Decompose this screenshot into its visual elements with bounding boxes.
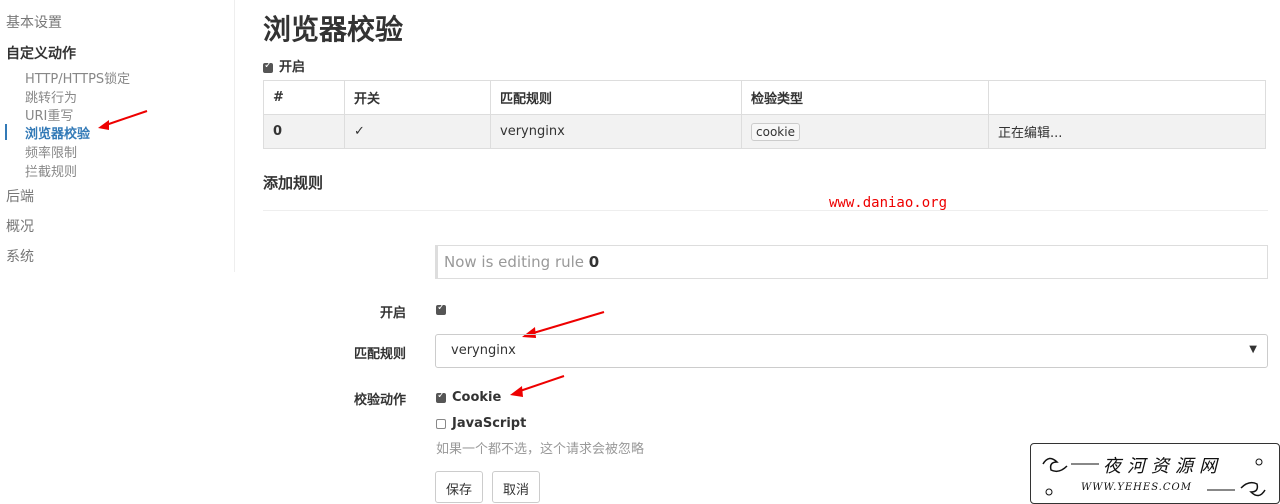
type-tag: cookie [751, 122, 800, 141]
form-hint: 如果一个都不选，这个请求会被忽略 [436, 442, 645, 457]
nav-sub-redirect[interactable]: 跳转行为 [25, 87, 77, 106]
nav-custom-actions[interactable]: 自定义动作 [6, 43, 76, 63]
chevron-down-icon: ▼ [1249, 344, 1257, 355]
match-rule-value: verynginx [451, 343, 516, 358]
col-switch: 开关 [344, 80, 491, 115]
enable-label: 开启 [279, 60, 306, 75]
col-match-rule: 匹配规则 [490, 80, 742, 115]
watermark-url: www.daniao.org [829, 195, 948, 211]
option-javascript[interactable]: JavaScript [436, 416, 526, 431]
logo-url: WWW.YEHES.COM [1081, 482, 1192, 493]
page-title: 浏览器校验 [263, 13, 404, 46]
logo-title: 夜河资源网 [1103, 456, 1223, 477]
enable-checkbox[interactable] [263, 60, 273, 73]
enable-toggle[interactable]: 开启 [263, 56, 305, 75]
nav-sub-browser-verify[interactable]: 浏览器校验 [25, 123, 90, 142]
javascript-checkbox[interactable] [436, 418, 446, 429]
col-verify-type: 检验类型 [741, 80, 989, 115]
nav-sub-filter-rules[interactable]: 拦截规则 [25, 161, 77, 180]
row-rule: verynginx [490, 114, 742, 149]
editing-notice: Now is editing rule 0 [435, 245, 1268, 279]
row-status: 正在编辑... [988, 114, 1266, 149]
editing-rule-number: 0 [588, 253, 600, 271]
active-indicator [5, 124, 7, 140]
sidebar: 基本设置 自定义动作 HTTP/HTTPS锁定 跳转行为 URI重写 浏览器校验… [0, 0, 235, 272]
form-enable-checkbox[interactable] [436, 302, 446, 315]
annotation-arrow [510, 375, 565, 397]
row-type: cookie [741, 114, 989, 149]
nav-basic-settings[interactable]: 基本设置 [6, 12, 62, 32]
rules-table: # 开关 匹配规则 检验类型 0 ✓ verynginx cookie 正在编辑… [263, 80, 1266, 149]
row-switch: ✓ [344, 114, 491, 149]
form-match-label: 匹配规则 [353, 347, 406, 362]
nav-summary[interactable]: 概况 [6, 216, 34, 236]
annotation-arrow [98, 110, 148, 130]
editing-prefix: Now is editing rule [444, 253, 589, 271]
nav-sub-uri-rewrite[interactable]: URI重写 [25, 105, 73, 124]
col-status [988, 80, 1266, 115]
nav-backend[interactable]: 后端 [6, 186, 34, 206]
form-action-label: 校验动作 [353, 393, 406, 408]
divider [263, 210, 1268, 211]
javascript-label: JavaScript [452, 416, 527, 431]
option-cookie[interactable]: Cookie [436, 390, 501, 405]
site-logo: 夜河资源网 WWW.YEHES.COM [1030, 443, 1280, 504]
col-index: # [263, 80, 345, 115]
add-rule-title: 添加规则 [263, 174, 324, 192]
cookie-checkbox[interactable] [436, 390, 446, 403]
form-enable-label: 开启 [379, 306, 406, 321]
table-row[interactable]: 0 ✓ verynginx cookie 正在编辑... [263, 114, 1266, 149]
save-button[interactable]: 保存 [435, 471, 484, 503]
nav-sub-rate-limit[interactable]: 频率限制 [25, 142, 77, 161]
table-header-row: # 开关 匹配规则 检验类型 [263, 80, 1266, 115]
row-index: 0 [263, 114, 345, 149]
match-rule-select[interactable]: verynginx ▼ [435, 334, 1268, 368]
cancel-button[interactable]: 取消 [492, 471, 541, 503]
cookie-label: Cookie [452, 390, 502, 405]
nav-sub-https-lock[interactable]: HTTP/HTTPS锁定 [25, 68, 130, 87]
nav-system[interactable]: 系统 [6, 246, 34, 266]
